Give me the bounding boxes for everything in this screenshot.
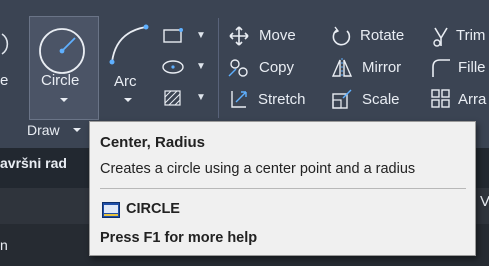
array-button[interactable]: Arra [458, 91, 486, 108]
trim-icon [433, 27, 448, 47]
rotate-button[interactable]: Rotate [360, 27, 404, 44]
circle-label: Circle [41, 72, 80, 89]
stretch-button[interactable]: Stretch [258, 91, 306, 108]
scale-button[interactable]: Scale [362, 91, 400, 108]
arc-icon[interactable] [106, 22, 150, 66]
right-partial-label: V [480, 193, 489, 210]
mirror-icon [331, 58, 353, 78]
tooltip-command: CIRCLE [126, 201, 180, 217]
fillet-button[interactable]: Fille [458, 59, 486, 76]
chevron-down-icon [60, 98, 68, 102]
ellipse-dropdown-icon[interactable]: ▼ [196, 61, 206, 72]
hatch-icon[interactable] [161, 88, 185, 108]
row-partial-label: n [0, 237, 8, 253]
copy-icon [228, 59, 248, 77]
tooltip-description: Creates a circle using a center point an… [100, 161, 416, 177]
chevron-down-icon[interactable] [123, 97, 133, 103]
trim-button[interactable]: Trim [456, 27, 485, 44]
circle-center-radius-icon [39, 28, 85, 74]
mirror-button[interactable]: Mirror [362, 59, 401, 76]
fillet-icon [432, 59, 450, 77]
hatch-dropdown-icon[interactable]: ▼ [196, 92, 206, 103]
partial-button-label: e [0, 72, 9, 89]
move-button[interactable]: Move [259, 27, 296, 44]
circle-button[interactable]: Circle [29, 16, 99, 120]
command-icon [102, 202, 120, 218]
rectangle-icon[interactable] [161, 26, 185, 46]
move-icon [229, 26, 249, 46]
panel-separator [218, 18, 219, 118]
tooltip-divider [100, 188, 466, 189]
file-tab-label[interactable]: avršni rad [0, 155, 67, 171]
ellipse-icon[interactable] [161, 57, 185, 77]
draw-panel-title[interactable]: Draw [27, 122, 60, 138]
chevron-down-icon[interactable] [72, 127, 82, 133]
array-icon [431, 89, 450, 108]
arc-label[interactable]: Arc [114, 73, 137, 90]
rectangle-dropdown-icon[interactable]: ▼ [196, 30, 206, 41]
tooltip: Center, Radius Creates a circle using a … [89, 121, 476, 256]
tooltip-title: Center, Radius [100, 134, 206, 151]
partial-button-icon[interactable] [0, 30, 14, 58]
stretch-icon [231, 91, 247, 108]
rotate-icon [332, 26, 351, 46]
scale-icon [332, 89, 352, 109]
tooltip-help: Press F1 for more help [100, 230, 258, 246]
copy-button[interactable]: Copy [259, 59, 294, 76]
